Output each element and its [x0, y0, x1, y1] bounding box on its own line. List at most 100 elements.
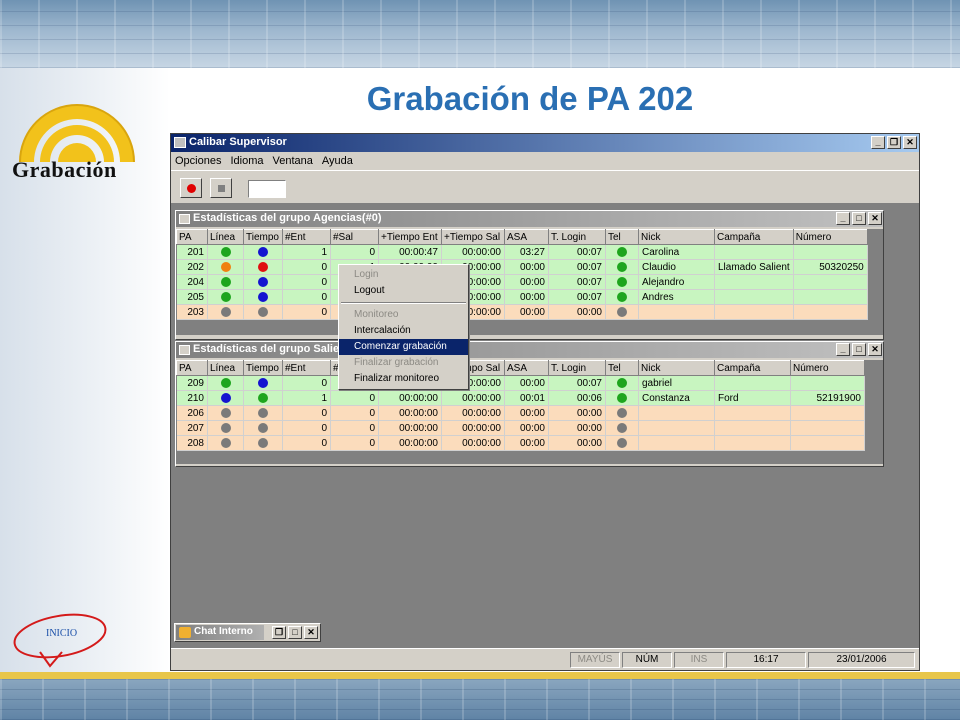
cell-pa: 205 [176, 289, 208, 305]
table-row[interactable]: 2040000:00:0000:00:0000:0000:07Alejandro [176, 274, 868, 290]
column-header-linea[interactable]: Línea [207, 229, 244, 245]
column-header-ent[interactable]: #Ent [282, 360, 331, 376]
column-header-tlogin[interactable]: T. Login [548, 360, 606, 376]
menu-item-login: Login [354, 269, 379, 280]
column-header-tel[interactable]: Tel [605, 360, 639, 376]
status-time: 16:17 [726, 652, 806, 668]
column-header-tsal[interactable]: +Tiempo Sal [441, 229, 505, 245]
linea-status-dot-icon [220, 437, 231, 448]
cell-tel-indicator [605, 420, 639, 436]
cell-sal: 0 [330, 390, 379, 406]
tel-status-dot-icon [617, 437, 627, 448]
menu-opciones[interactable]: Opciones [175, 155, 221, 167]
restore-button[interactable]: ❐ [272, 626, 286, 639]
cell-tel-indicator [605, 274, 639, 290]
minimize-button[interactable]: _ [836, 343, 850, 356]
column-header-tel[interactable]: Tel [605, 229, 639, 245]
column-header-campana[interactable]: Campaña [714, 360, 791, 376]
cell-pa: 201 [176, 244, 208, 260]
table-row[interactable]: 2030000:00:0000:00:0000:0000:00 [176, 304, 868, 320]
table-row[interactable]: 207 0 0 00:00:00 00:00:00 00:00 00:00 [176, 420, 865, 436]
cell-tlogin: 00:07 [548, 259, 606, 275]
app-title-bar[interactable]: Calibar Supervisor _ ❐ ✕ [171, 134, 919, 152]
menu-item-logout[interactable]: Logout [339, 283, 468, 299]
menu-ventana[interactable]: Ventana [273, 155, 313, 167]
table-row[interactable]: 206 0 0 00:00:00 00:00:00 00:00 00:00 [176, 405, 865, 421]
cell-pa: 203 [176, 304, 208, 320]
chat-interno-minimized[interactable]: Chat Interno ❐ □ ✕ [174, 623, 321, 642]
close-button[interactable]: ✕ [903, 136, 917, 149]
linea-status-dot-icon [220, 407, 231, 418]
cell-pa: 208 [176, 435, 208, 451]
menu-item-comenzar-grabacion[interactable]: Comenzar grabación [339, 339, 468, 355]
tiempo-status-dot-icon [258, 407, 268, 418]
cell-tel-indicator [605, 304, 639, 320]
cell-pa: 209 [176, 375, 208, 391]
status-num: NÚM [622, 652, 672, 668]
cell-nick: Constanza [638, 390, 715, 406]
column-header-asa[interactable]: ASA [504, 360, 549, 376]
cell-linea-indicator [207, 259, 244, 275]
column-header-nick[interactable]: Nick [638, 229, 715, 245]
stop-button[interactable] [210, 178, 232, 198]
cell-tiempo-indicator [243, 304, 283, 320]
column-header-tlogin[interactable]: T. Login [548, 229, 606, 245]
column-header-linea[interactable]: Línea [207, 360, 244, 376]
table-row[interactable]: 2020100:00:0000:00:0000:0000:07ClaudioLl… [176, 259, 868, 275]
menu-idioma[interactable]: Idioma [230, 155, 263, 167]
menu-item-finalizar-monitoreo[interactable]: Finalizar monitoreo [339, 371, 468, 387]
toolbar-input[interactable] [248, 180, 286, 198]
salientes-title-bar[interactable]: Estadísticas del grupo Salie _ □ ✕ [176, 342, 883, 358]
column-header-campana[interactable]: Campaña [714, 229, 794, 245]
restore-button[interactable]: ❐ [887, 136, 901, 149]
maximize-button[interactable]: □ [852, 212, 866, 225]
cell-nick [638, 420, 715, 436]
agencias-title-bar[interactable]: Estadísticas del grupo Agencias(#0) _ □ … [176, 211, 883, 227]
table-row[interactable]: 2090000:00:0000:00:0000:0000:07gabriel [176, 375, 865, 391]
cell-tel-indicator [605, 259, 639, 275]
column-header-pa[interactable]: PA [176, 229, 208, 245]
maximize-button[interactable]: □ [288, 626, 302, 639]
minimize-button[interactable]: _ [871, 136, 885, 149]
column-header-ent[interactable]: #Ent [282, 229, 331, 245]
cell-tent: 00:00:00 [378, 405, 442, 421]
table-row[interactable]: 208 0 0 00:00:00 00:00:00 00:00 00:00 [176, 435, 865, 451]
column-header-asa[interactable]: ASA [504, 229, 549, 245]
close-button[interactable]: ✕ [868, 343, 882, 356]
table-row[interactable]: 201 1 0 00:00:47 00:00:00 03:27 00:07 Carolina [176, 244, 868, 260]
linea-status-dot-icon [220, 291, 231, 302]
column-header-numero[interactable]: Número [790, 360, 865, 376]
cell-nick: Claudio [638, 259, 715, 275]
chat-icon [179, 627, 191, 638]
column-header-nick[interactable]: Nick [638, 360, 715, 376]
inicio-link[interactable]: INICIO [46, 628, 77, 639]
maximize-button[interactable]: □ [852, 343, 866, 356]
agencias-stats-window: Estadísticas del grupo Agencias(#0) _ □ … [175, 210, 884, 340]
cell-asa: 00:00 [504, 289, 549, 305]
table-header-row: PALíneaTiempo#Ent#Sal+Tiempo Ent+Tiempo … [176, 360, 865, 376]
column-header-sal[interactable]: #Sal [330, 229, 379, 245]
table-header-row: PALíneaTiempo#Ent#Sal+Tiempo Ent+Tiempo … [176, 229, 868, 245]
status-ins: INS [674, 652, 724, 668]
cell-tsal: 00:00:00 [441, 405, 505, 421]
close-button[interactable]: ✕ [868, 212, 882, 225]
cell-numero: 52191900 [790, 390, 865, 406]
linea-status-dot-icon [220, 422, 231, 433]
tiempo-status-dot-icon [258, 377, 268, 388]
cell-numero: 50320250 [793, 259, 868, 275]
close-button[interactable]: ✕ [304, 626, 318, 639]
column-header-tiempo[interactable]: Tiempo [243, 360, 283, 376]
menu-ayuda[interactable]: Ayuda [322, 155, 353, 167]
menu-item-intercalacion[interactable]: Intercalación [339, 323, 468, 339]
record-button[interactable] [180, 178, 202, 198]
column-header-tiempo[interactable]: Tiempo [243, 229, 283, 245]
table-row[interactable]: 2050000:00:0000:00:0000:0000:07Andres [176, 289, 868, 305]
minimize-button[interactable]: _ [836, 212, 850, 225]
cell-tlogin: 00:00 [548, 435, 606, 451]
column-header-pa[interactable]: PA [176, 360, 208, 376]
cell-numero [793, 274, 868, 290]
column-header-numero[interactable]: Número [792, 229, 868, 245]
table-row[interactable]: 210 1 0 00:00:00 00:00:00 00:01 00:06 Constanza… [176, 390, 865, 406]
slide-title: Grabación de PA 202 [366, 80, 694, 117]
column-header-tent[interactable]: +Tiempo Ent [378, 229, 442, 245]
